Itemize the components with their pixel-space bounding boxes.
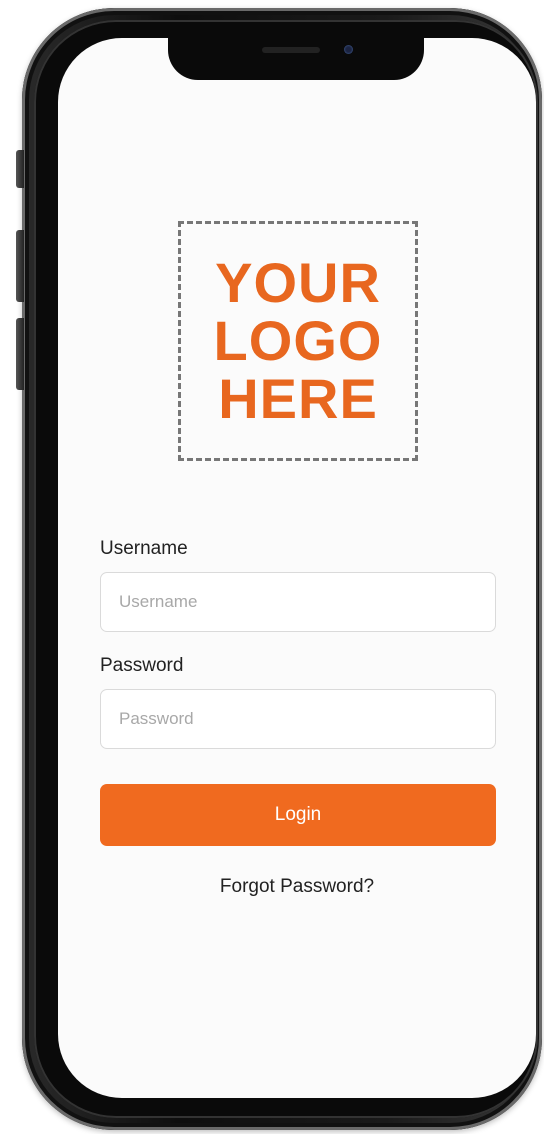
logo-placeholder: YOUR LOGO HERE bbox=[178, 221, 418, 461]
logo-text-line-3: HERE bbox=[218, 367, 378, 430]
volume-down-button bbox=[16, 318, 24, 390]
silent-switch bbox=[16, 150, 24, 188]
username-label: Username bbox=[100, 538, 188, 559]
login-button[interactable]: Login bbox=[100, 784, 496, 846]
speaker-grille bbox=[262, 47, 320, 53]
username-input[interactable] bbox=[100, 572, 496, 632]
password-input[interactable] bbox=[100, 689, 496, 749]
volume-up-button bbox=[16, 230, 24, 302]
notch bbox=[168, 38, 424, 80]
password-label: Password bbox=[100, 655, 184, 676]
logo-text-line-1: YOUR bbox=[215, 251, 381, 314]
login-screen: YOUR LOGO HERE Username Password Login F… bbox=[58, 38, 536, 1098]
front-camera-icon bbox=[344, 45, 353, 54]
forgot-password-link[interactable]: Forgot Password? bbox=[58, 876, 536, 898]
logo-text-line-2: LOGO bbox=[213, 309, 383, 372]
stage: YOUR LOGO HERE Username Password Login F… bbox=[0, 0, 544, 1134]
